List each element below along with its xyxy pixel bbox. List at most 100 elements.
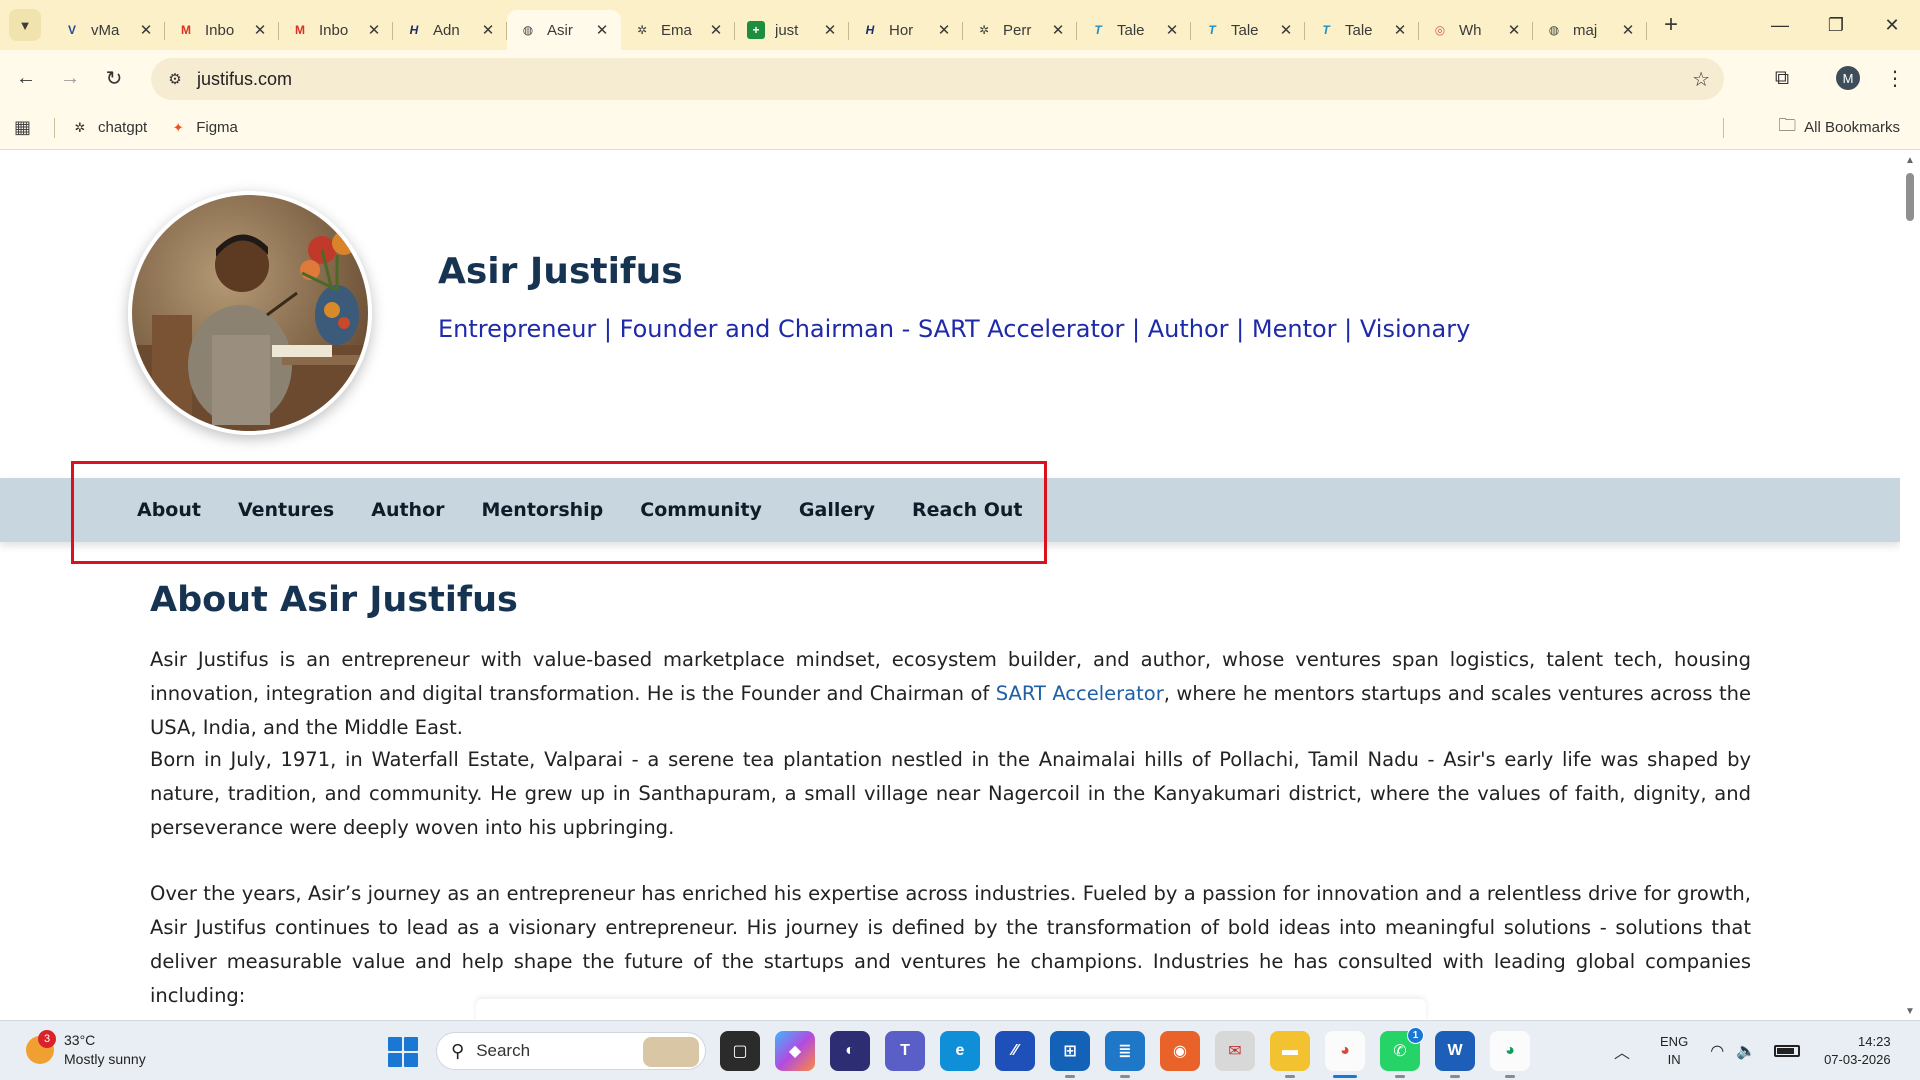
- close-icon[interactable]: ✕: [365, 21, 383, 39]
- browser-tab[interactable]: M Inbo ✕: [279, 10, 393, 50]
- store-icon[interactable]: ⊞: [1050, 1031, 1090, 1078]
- browser-tab[interactable]: ◍ maj ✕: [1533, 10, 1647, 50]
- whatsapp-web-icon: ◎: [1434, 23, 1446, 37]
- tab-label: just: [775, 21, 799, 39]
- close-icon[interactable]: ✕: [821, 21, 839, 39]
- running-indicator: [1285, 1075, 1295, 1078]
- running-indicator: [1120, 1075, 1130, 1078]
- windows-start-icon[interactable]: [388, 1037, 418, 1067]
- close-icon[interactable]: ✕: [137, 21, 155, 39]
- vmail-icon: V: [67, 23, 76, 37]
- browser-tab[interactable]: M Inbo ✕: [165, 10, 279, 50]
- about-paragraph-3: Over the years, Asir’s journey as an ent…: [150, 882, 1751, 1007]
- browser-tab-active[interactable]: ◍ Asir ✕: [507, 10, 621, 50]
- browser-tab[interactable]: ◎ Wh ✕: [1419, 10, 1533, 50]
- speaker-icon[interactable]: 🔈: [1736, 1041, 1756, 1061]
- kebab-menu-icon: ⋮: [1885, 67, 1905, 90]
- wifi-icon[interactable]: ◠: [1710, 1041, 1724, 1061]
- close-icon[interactable]: ✕: [251, 21, 269, 39]
- profile-avatar[interactable]: M: [1836, 66, 1860, 90]
- url-text[interactable]: justifus.com: [197, 69, 292, 90]
- copilot-icon[interactable]: ◆: [775, 1031, 815, 1071]
- scroll-down-icon[interactable]: ▼: [1905, 1006, 1915, 1017]
- browser-menu-button[interactable]: ⋮: [1880, 60, 1910, 96]
- notepad-icon[interactable]: ≣: [1105, 1031, 1145, 1078]
- all-bookmarks-label: All Bookmarks: [1804, 119, 1900, 136]
- sart-accelerator-link[interactable]: SART Accelerator: [996, 682, 1164, 705]
- bookmark-star-icon[interactable]: ☆: [1692, 67, 1710, 92]
- new-tab-button[interactable]: +: [1655, 9, 1687, 41]
- clock[interactable]: 14:23 07-03-2026: [1824, 1033, 1891, 1069]
- extensions-button[interactable]: ⧉: [1764, 60, 1800, 96]
- close-icon[interactable]: ✕: [707, 21, 725, 39]
- tab-label: Tale: [1117, 21, 1145, 39]
- address-bar[interactable]: ⚙ justifus.com ☆: [151, 58, 1724, 100]
- language-indicator[interactable]: ENG IN: [1660, 1033, 1688, 1069]
- browser-tab[interactable]: H Hor ✕: [849, 10, 963, 50]
- browser-tab[interactable]: V vMa ✕: [51, 10, 165, 50]
- close-icon[interactable]: ✕: [1277, 21, 1295, 39]
- system-tray: ︿ ENG IN ◠ 🔈 14:23 07-03-2026: [1614, 1021, 1891, 1080]
- tab-search-button[interactable]: ▼: [9, 9, 41, 41]
- profile-photo: [128, 191, 372, 435]
- notification-badge: 3: [38, 1030, 56, 1048]
- browser-tab[interactable]: T Tale ✕: [1077, 10, 1191, 50]
- browser-tab[interactable]: T Tale ✕: [1191, 10, 1305, 50]
- forward-button[interactable]: →: [52, 60, 88, 96]
- chrome-profile-icon[interactable]: ◕: [1490, 1031, 1530, 1078]
- close-icon[interactable]: ✕: [1163, 21, 1181, 39]
- whatsapp-icon[interactable]: ✆ 1: [1380, 1027, 1424, 1078]
- region-code: IN: [1667, 1052, 1681, 1067]
- bookmark-chatgpt[interactable]: ✲ chatgpt: [71, 119, 148, 137]
- apps-grid-icon[interactable]: ▦: [14, 117, 34, 138]
- chrome-icon[interactable]: ◕: [1325, 1031, 1365, 1078]
- tab-label: Ema: [661, 21, 692, 39]
- mail-icon[interactable]: ✉: [1215, 1031, 1255, 1071]
- restore-button[interactable]: ❐: [1808, 0, 1864, 50]
- word-icon[interactable]: W: [1435, 1031, 1475, 1078]
- eclipse-icon[interactable]: ◐: [830, 1031, 870, 1071]
- weather-widget[interactable]: 3 33°C Mostly sunny: [26, 1030, 146, 1069]
- close-icon[interactable]: ✕: [479, 21, 497, 39]
- battery-icon[interactable]: [1774, 1045, 1801, 1057]
- figma-icon: ✦: [172, 119, 184, 135]
- all-bookmarks-button[interactable]: 🗀 All Bookmarks: [1778, 113, 1900, 143]
- close-window-button[interactable]: ✕: [1864, 0, 1920, 50]
- taskbar-search[interactable]: ⚲ Search: [436, 1032, 706, 1070]
- bookmark-figma[interactable]: ✦ Figma: [169, 119, 238, 137]
- tab-label: Tale: [1345, 21, 1373, 39]
- reload-icon: ↻: [105, 67, 123, 90]
- close-icon[interactable]: ✕: [1049, 21, 1067, 39]
- browser-tab[interactable]: + just ✕: [735, 10, 849, 50]
- admin-app-icon[interactable]: ⁄⁄: [995, 1031, 1035, 1071]
- weather-text: 33°C Mostly sunny: [64, 1031, 146, 1069]
- back-button[interactable]: ←: [8, 60, 44, 96]
- close-icon[interactable]: ✕: [1391, 21, 1409, 39]
- browser-tab[interactable]: ✲ Ema ✕: [621, 10, 735, 50]
- globe-icon: ◍: [522, 23, 534, 37]
- browser-tab[interactable]: T Tale ✕: [1305, 10, 1419, 50]
- scroll-up-icon[interactable]: ▲: [1905, 155, 1915, 166]
- teams-icon[interactable]: T: [885, 1031, 925, 1071]
- tab-label: Hor: [889, 21, 914, 39]
- close-icon[interactable]: ✕: [1505, 21, 1523, 39]
- task-view-icon[interactable]: ▢: [720, 1031, 760, 1071]
- edge-icon[interactable]: e: [940, 1031, 980, 1071]
- chevron-up-icon[interactable]: ︿: [1614, 1039, 1630, 1063]
- close-icon[interactable]: ✕: [593, 21, 611, 39]
- minimize-button[interactable]: —: [1752, 0, 1808, 50]
- browser-tab[interactable]: ✲ Perr ✕: [963, 10, 1077, 50]
- reload-button[interactable]: ↻: [96, 60, 132, 96]
- site-info-icon[interactable]: ⚙: [163, 70, 187, 88]
- file-explorer-icon[interactable]: ▬: [1270, 1031, 1310, 1078]
- browser-tab[interactable]: H Adn ✕: [393, 10, 507, 50]
- weather-temperature: 33°C: [64, 1032, 96, 1048]
- firefox-icon[interactable]: ◉: [1160, 1031, 1200, 1071]
- close-icon[interactable]: ✕: [935, 21, 953, 39]
- page-scrollbar[interactable]: ▲ ▼: [1900, 151, 1920, 1019]
- close-icon[interactable]: ✕: [1619, 21, 1637, 39]
- weather-description: Mostly sunny: [64, 1051, 146, 1067]
- scrollbar-thumb[interactable]: [1906, 173, 1914, 221]
- restore-icon: ❐: [1827, 14, 1845, 35]
- tab-list: V vMa ✕ M Inbo ✕ M Inbo ✕ H Adn ✕ ◍ Asir…: [51, 0, 1687, 50]
